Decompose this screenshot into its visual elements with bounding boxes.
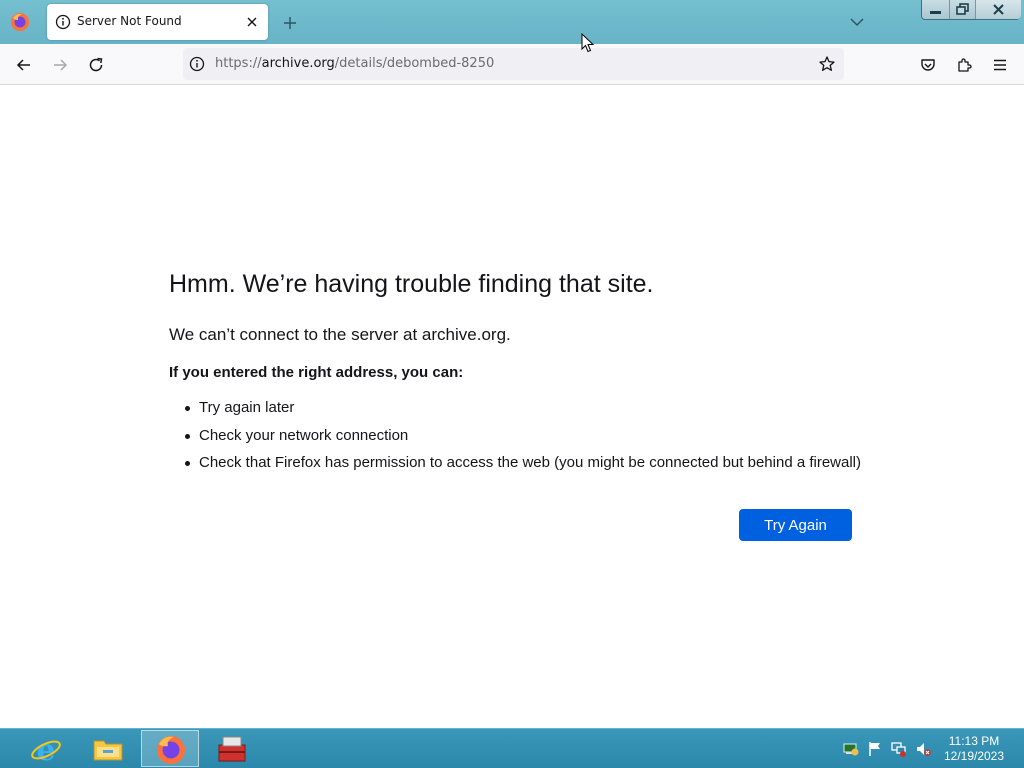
list-item: Check that Firefox has permission to acc… (185, 452, 861, 480)
error-description: We can’t connect to the server at archiv… (169, 325, 511, 344)
extensions-icon[interactable] (955, 56, 973, 74)
url-scheme: https:// (215, 56, 262, 71)
site-info-icon[interactable] (189, 56, 205, 72)
url-bar[interactable]: https://archive.org/details/debombed-825… (183, 48, 844, 80)
url-text[interactable]: https://archive.org/details/debombed-825… (215, 56, 494, 71)
navigation-toolbar: https://archive.org/details/debombed-825… (0, 44, 1024, 85)
close-window-button[interactable] (975, 0, 1021, 19)
firefox-icon (157, 736, 185, 764)
list-item: Try again later (185, 397, 861, 425)
close-tab-icon[interactable] (244, 14, 260, 30)
mouse-cursor-icon (581, 33, 595, 53)
action-center-flag-icon[interactable] (867, 741, 883, 757)
network-disconnected-icon[interactable] (891, 741, 907, 757)
tab-title: Server Not Found (77, 14, 182, 28)
system-clock[interactable]: 11:13 PM 12/19/2023 (938, 734, 1010, 764)
url-path: /details/debombed-8250 (334, 56, 495, 71)
browser-titlebar: Server Not Found (0, 0, 1024, 44)
clock-time: 11:13 PM (948, 734, 1000, 748)
reload-icon[interactable] (87, 56, 105, 74)
network-tray-icon[interactable] (843, 741, 859, 757)
pocket-icon[interactable] (919, 56, 937, 74)
forward-arrow-icon[interactable] (51, 56, 69, 74)
hamburger-menu-icon[interactable] (991, 56, 1009, 74)
error-subtitle: If you entered the right address, you ca… (169, 364, 464, 381)
bookmark-star-icon[interactable] (818, 55, 836, 73)
restore-icon (956, 3, 969, 15)
clock-date: 12/19/2023 (943, 749, 1005, 763)
taskbar: e 11:13 PM 12/19/2023 (0, 728, 1024, 768)
info-icon (55, 14, 71, 30)
minimize-icon (930, 11, 941, 14)
close-icon (993, 4, 1004, 15)
new-tab-icon[interactable] (281, 14, 299, 32)
tab-server-not-found[interactable]: Server Not Found (47, 4, 268, 40)
window-controls (921, 0, 1021, 20)
url-host: archive.org (261, 56, 335, 71)
toolbox-icon (218, 736, 246, 762)
taskbar-firefox[interactable] (141, 730, 199, 767)
firefox-app-icon[interactable] (10, 12, 30, 32)
try-again-button[interactable]: Try Again (739, 509, 852, 541)
error-page: Hmm. We’re having trouble finding that s… (0, 85, 1024, 728)
list-item: Check your network connection (185, 425, 861, 453)
restore-button[interactable] (949, 0, 976, 19)
file-explorer-icon (93, 740, 123, 761)
suggestion-list: Try again later Check your network conne… (185, 397, 861, 480)
svg-text:e: e (36, 733, 55, 765)
minimize-button[interactable] (922, 0, 949, 19)
taskbar-toolbox[interactable] (203, 730, 261, 767)
taskbar-internet-explorer[interactable]: e (17, 730, 75, 767)
internet-explorer-icon: e (31, 733, 61, 765)
back-arrow-icon[interactable] (15, 56, 33, 74)
list-all-tabs-icon[interactable] (849, 15, 865, 29)
error-title: Hmm. We’re having trouble finding that s… (169, 270, 654, 298)
volume-muted-icon[interactable] (915, 741, 931, 757)
taskbar-file-explorer[interactable] (79, 730, 137, 767)
